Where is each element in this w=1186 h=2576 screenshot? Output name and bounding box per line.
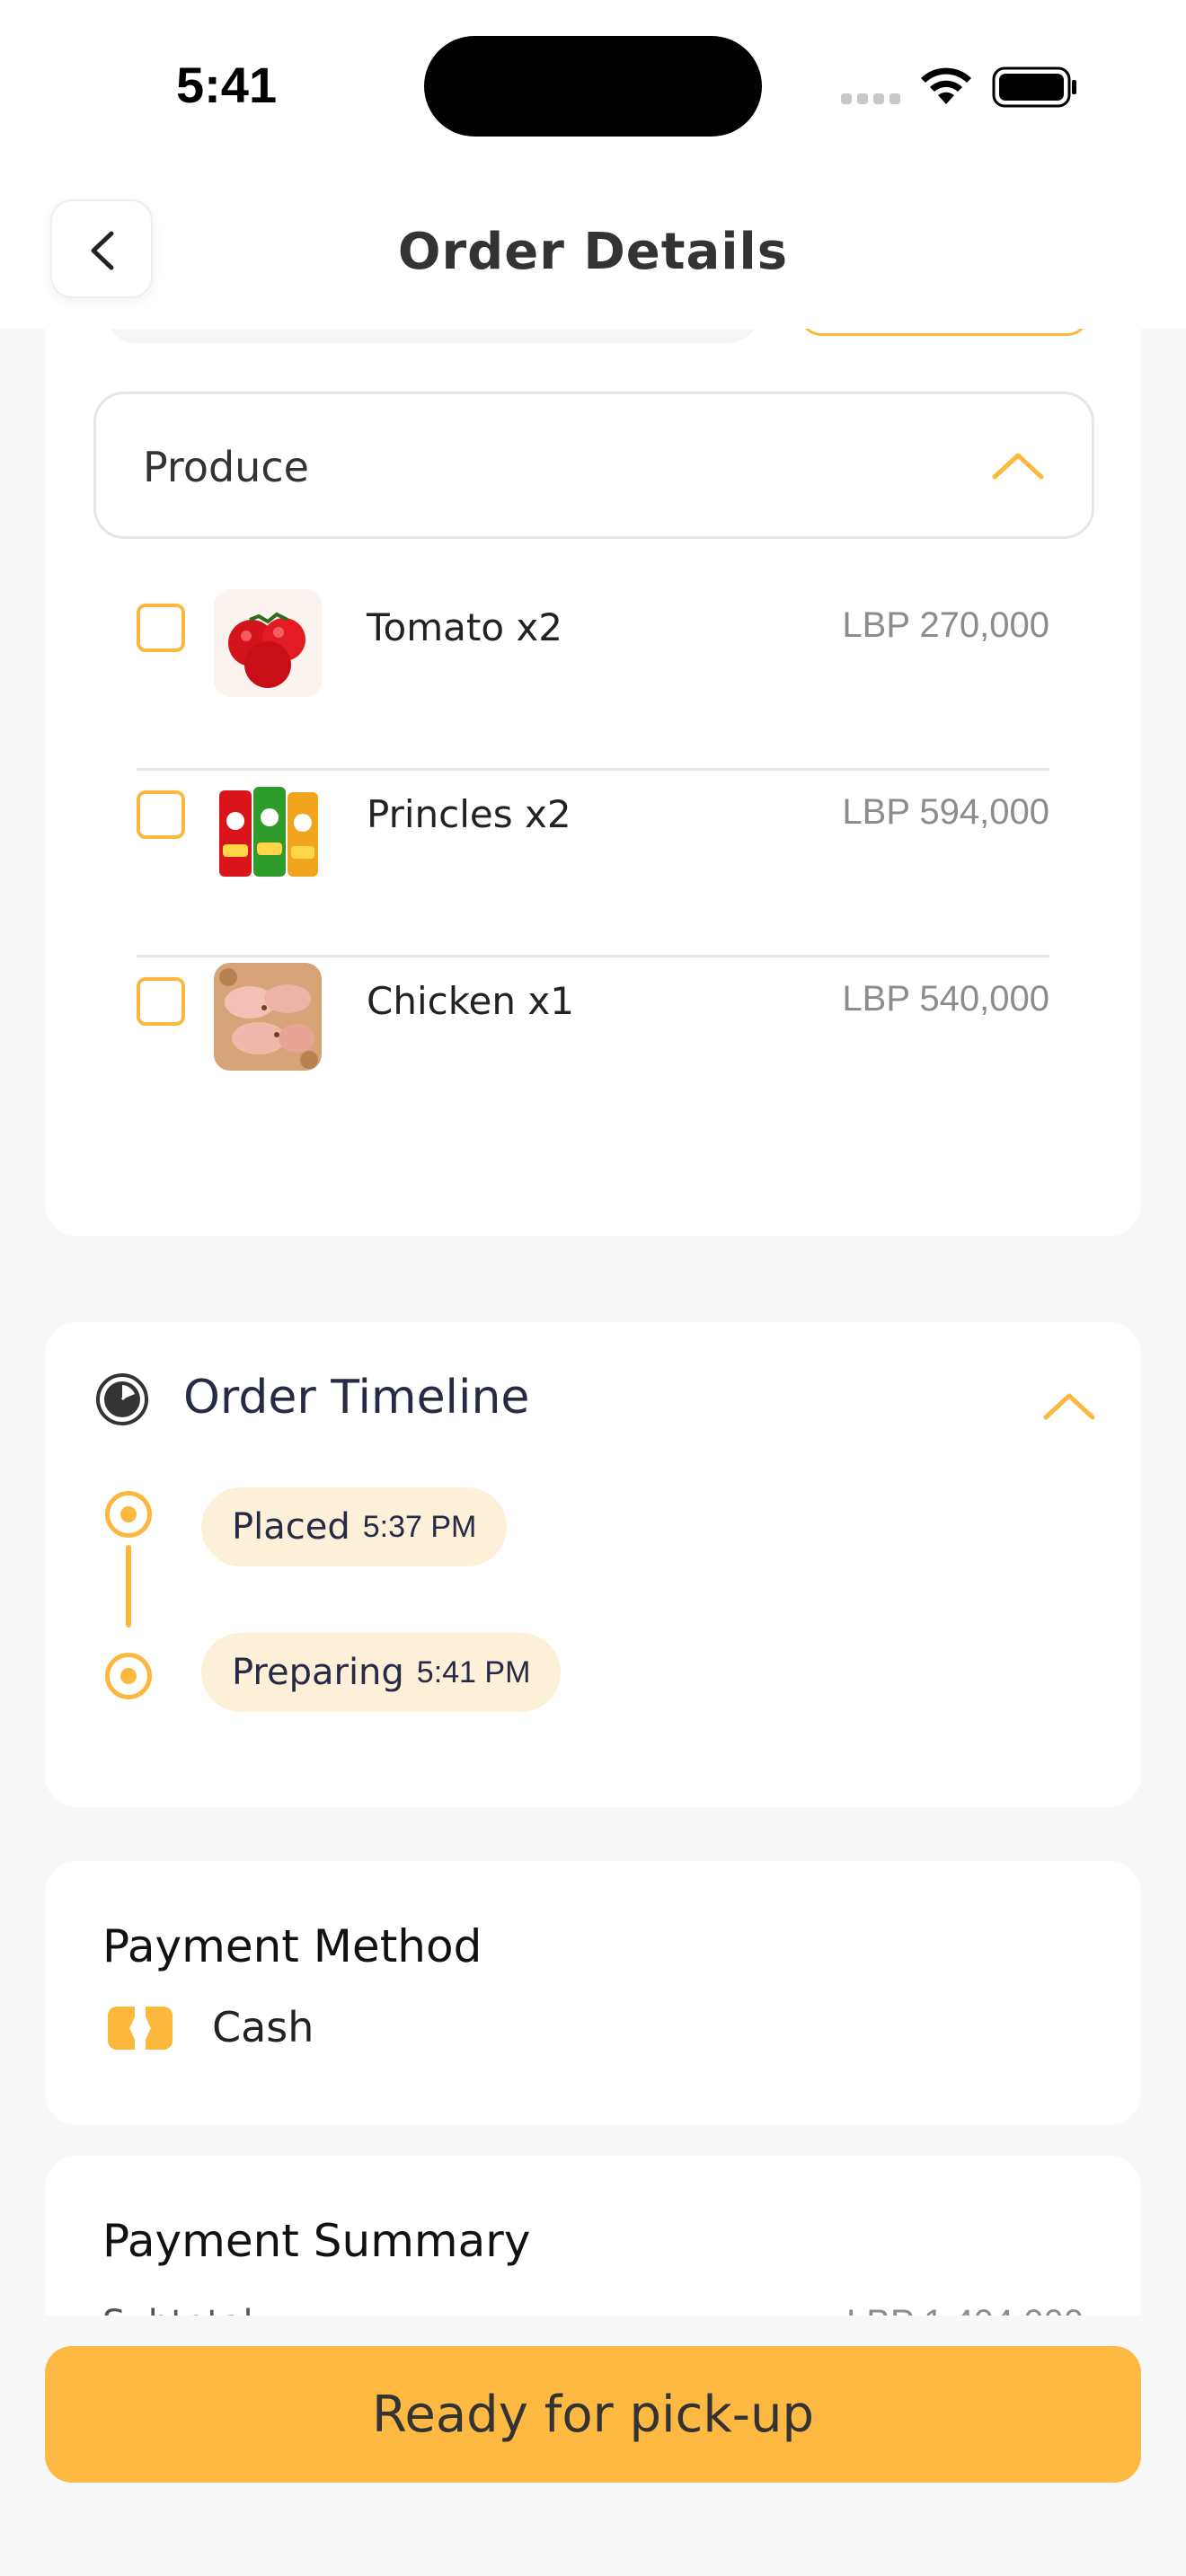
page-title: Order Details xyxy=(397,223,789,281)
bottom-action-bar: Ready for pick-up xyxy=(0,2316,1186,2576)
wifi-icon xyxy=(921,67,971,104)
cellular-signal-icon xyxy=(841,93,900,104)
timeline-dot xyxy=(105,1653,152,1699)
payment-method-card: Payment Method Cash xyxy=(45,1861,1141,2125)
ready-for-pickup-button[interactable]: Ready for pick-up xyxy=(45,2346,1141,2483)
item-name: Tomato x2 xyxy=(367,605,562,649)
timeline-event-preparing: Preparing 5:41 PM xyxy=(201,1633,562,1712)
list-item: Princles x2 LBP 594,000 xyxy=(137,772,1049,957)
item-name: Chicken x1 xyxy=(367,979,574,1023)
item-price: LBP 270,000 xyxy=(842,605,1049,645)
chevron-up-icon xyxy=(992,453,1044,480)
timeline-status: Placed xyxy=(232,1506,350,1548)
timeline-time: 5:41 PM xyxy=(416,1654,531,1689)
order-timeline-card: Order Timeline Placed 5:37 PM Preparing … xyxy=(45,1322,1141,1807)
category-label: Produce xyxy=(143,443,309,491)
clock-icon xyxy=(96,1373,148,1425)
item-name: Princles x2 xyxy=(367,792,571,836)
item-checkbox[interactable] xyxy=(137,604,185,652)
chips-image xyxy=(214,776,322,884)
payment-method-title: Payment Method xyxy=(102,1920,482,1972)
item-checkbox[interactable] xyxy=(137,790,185,839)
item-price: LBP 594,000 xyxy=(842,792,1049,832)
header: Order Details xyxy=(0,171,1186,329)
list-item: Chicken x1 LBP 540,000 xyxy=(137,959,1049,1144)
item-price: LBP 540,000 xyxy=(842,979,1049,1019)
timeline-connector xyxy=(126,1545,131,1628)
status-bar: 5:41 xyxy=(0,0,1186,171)
timeline-status: Preparing xyxy=(232,1652,404,1693)
chevron-up-icon[interactable] xyxy=(1042,1390,1096,1421)
payment-method-value: Cash xyxy=(212,2003,314,2051)
timeline-title: Order Timeline xyxy=(183,1371,530,1425)
timeline-event-placed: Placed 5:37 PM xyxy=(201,1487,508,1566)
chicken-image xyxy=(214,963,322,1071)
dynamic-island xyxy=(424,36,762,137)
tomato-image xyxy=(214,589,322,697)
timeline-time: 5:37 PM xyxy=(362,1509,477,1544)
category-header-produce[interactable]: Produce xyxy=(93,392,1094,539)
status-time: 5:41 xyxy=(176,57,278,113)
cash-icon xyxy=(108,2007,173,2050)
battery-icon xyxy=(992,66,1076,108)
payment-summary-title: Payment Summary xyxy=(102,2215,531,2267)
timeline-dot xyxy=(105,1491,152,1538)
item-checkbox[interactable] xyxy=(137,977,185,1026)
list-item: Tomato x2 LBP 270,000 xyxy=(137,586,1049,771)
